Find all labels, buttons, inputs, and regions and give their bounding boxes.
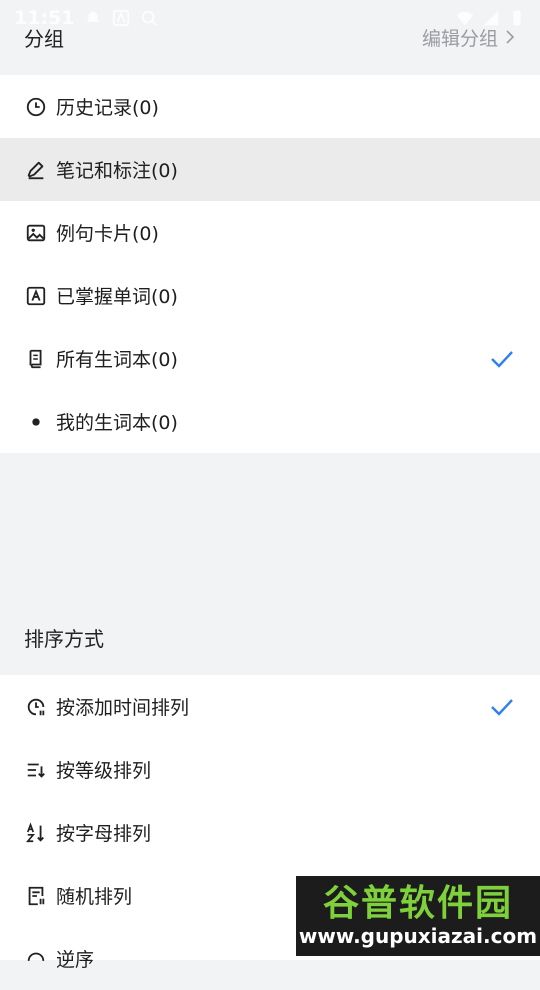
sort-item-label: 随机排列 <box>56 886 133 908</box>
check-icon <box>491 350 513 368</box>
group-item-label: 已掌握单词(0) <box>56 286 178 308</box>
alpha-sort-icon <box>24 821 48 845</box>
level-sort-icon <box>24 758 48 782</box>
sort-item-by-time[interactable]: 按添加时间排列 <box>0 675 540 738</box>
group-item-history[interactable]: 历史记录(0) <box>0 75 540 138</box>
group-header: 分组 编辑分组 <box>0 0 540 74</box>
sort-header: 排序方式 <box>0 600 540 675</box>
sort-item-label: 逆序 <box>56 949 95 971</box>
group-item-label: 所有生词本(0) <box>56 349 178 371</box>
sort-item-label: 按等级排列 <box>56 760 152 782</box>
group-item-mastered[interactable]: 已掌握单词(0) <box>0 264 540 327</box>
shuffle-icon <box>24 884 48 908</box>
image-icon <box>24 221 48 245</box>
watermark-url: www.gupuxiazai.com <box>298 924 538 948</box>
book-icon <box>24 347 48 371</box>
sort-item-label: 按添加时间排列 <box>56 697 190 719</box>
sort-title: 排序方式 <box>24 627 104 651</box>
group-list: 历史记录(0) 笔记和标注(0) 例句卡片(0) 已掌握单词(0) 所有生词本(… <box>0 75 540 453</box>
reverse-icon <box>24 947 48 971</box>
watermark-logo: 谷普软件园 www.gupuxiazai.com <box>296 876 540 956</box>
sort-item-label: 按字母排列 <box>56 823 152 845</box>
letter-a-icon <box>24 284 48 308</box>
check-icon <box>491 698 513 716</box>
clock-sort-icon <box>24 695 48 719</box>
group-item-label: 历史记录(0) <box>56 97 159 119</box>
group-item-notes[interactable]: 笔记和标注(0) <box>0 138 540 201</box>
watermark-name: 谷普软件园 <box>322 883 513 924</box>
chevron-right-icon <box>506 30 515 44</box>
sort-item-alphabetical[interactable]: 按字母排列 <box>0 801 540 864</box>
group-item-label: 我的生词本(0) <box>56 412 178 434</box>
group-item-all-wordbooks[interactable]: 所有生词本(0) <box>0 327 540 390</box>
clock-icon <box>24 95 48 119</box>
group-item-label: 例句卡片(0) <box>56 223 159 245</box>
pen-icon <box>24 158 48 182</box>
group-item-sentence-cards[interactable]: 例句卡片(0) <box>0 201 540 264</box>
group-item-my-wordbook[interactable]: 我的生词本(0) <box>0 390 540 453</box>
sort-item-by-level[interactable]: 按等级排列 <box>0 738 540 801</box>
group-item-label: 笔记和标注(0) <box>56 160 178 182</box>
dot-icon <box>24 410 48 434</box>
edit-group-label: 编辑分组 <box>421 27 498 50</box>
edit-group-button[interactable]: 编辑分组 <box>422 24 516 51</box>
group-title: 分组 <box>24 26 64 51</box>
